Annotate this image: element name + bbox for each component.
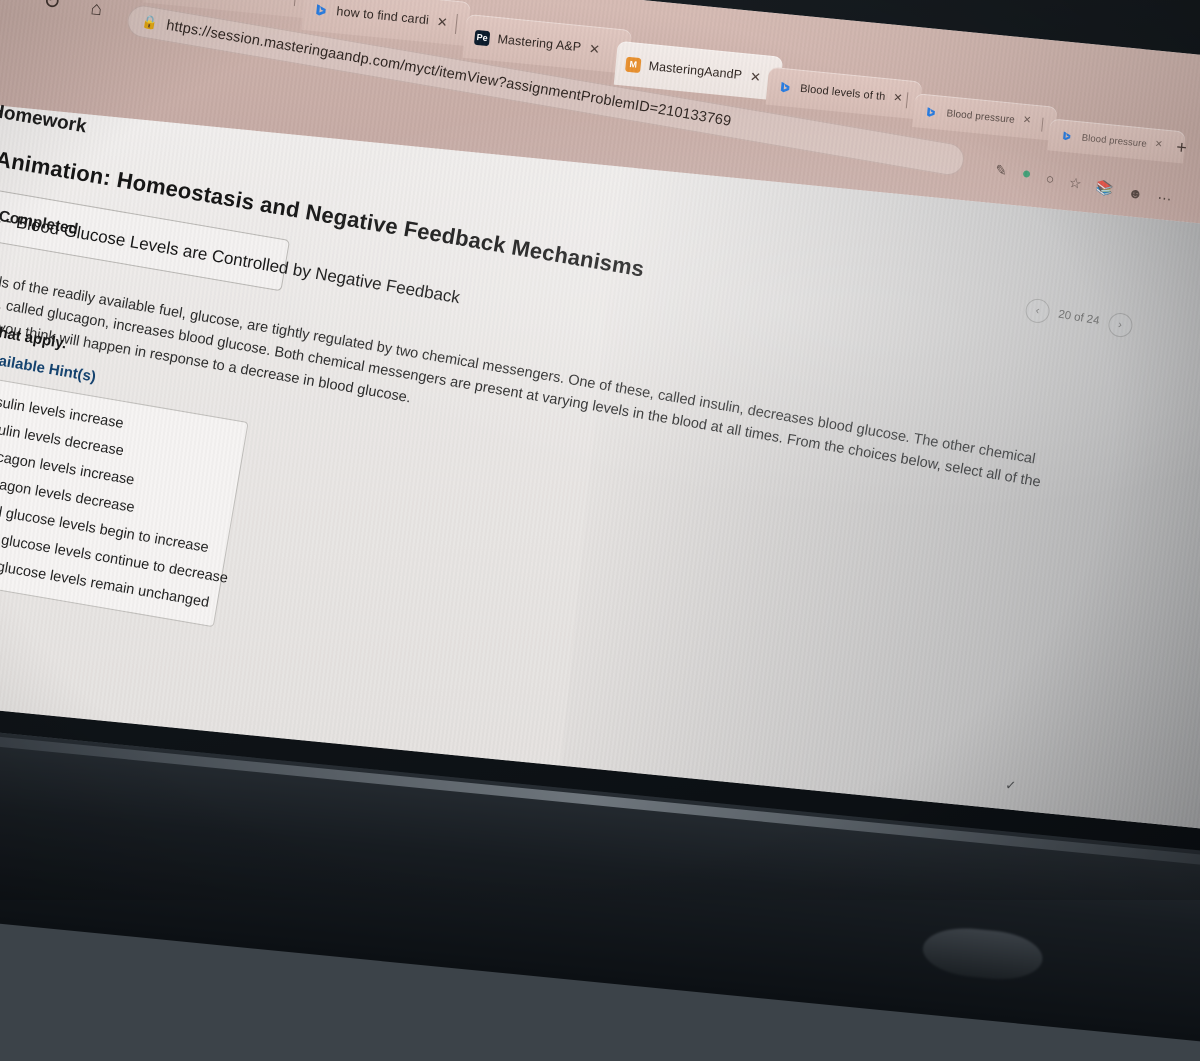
laptop-screen: Pe Math for Liberal A ✕ Calculate the ca…: [0, 0, 1200, 836]
close-icon[interactable]: ✕: [749, 68, 761, 84]
browser-tab-7[interactable]: Blood pressure ✕: [1047, 118, 1186, 164]
forward-icon[interactable]: →: [0, 0, 18, 5]
more-options-icon[interactable]: ⋯: [1156, 189, 1172, 208]
close-icon[interactable]: ✕: [1022, 115, 1031, 127]
bing-icon: [777, 79, 793, 95]
browser-tab-title: Blood pressure: [945, 107, 1016, 126]
pager-prev-button[interactable]: ‹: [1023, 297, 1052, 325]
lock-icon: 🔒: [140, 13, 159, 31]
part-c-answer-choices: Insulin levels increase Insulin levels d…: [0, 369, 249, 628]
browser-toolbar-icons: ✎ ● ○ ☆ 📚 ☻ ⋯: [994, 160, 1173, 208]
collections-icon[interactable]: 📚: [1095, 178, 1115, 198]
close-icon[interactable]: ✕: [1154, 139, 1163, 151]
profile-icon[interactable]: ☻: [1127, 184, 1144, 202]
mastering-icon: M: [625, 56, 642, 73]
home-icon[interactable]: ⌂: [90, 0, 103, 20]
scroll-check-icon: ✓: [1004, 777, 1017, 794]
favorite-star-icon[interactable]: ☆: [1068, 173, 1083, 192]
pencil-icon[interactable]: ✎: [994, 161, 1008, 180]
page-content: Ch 1 Homework igure Animation: Homeostas…: [0, 93, 1200, 836]
new-tab-button[interactable]: +: [1175, 137, 1187, 159]
bing-icon: [1058, 128, 1074, 144]
pager-label: 20 of 24: [1057, 308, 1101, 328]
browser-tab-title: MasteringAandP: [648, 58, 743, 83]
reading-mode-icon[interactable]: ○: [1045, 170, 1056, 187]
pager-next-button[interactable]: ›: [1106, 311, 1134, 339]
problem-pager: ‹ 20 of 24 ›: [1023, 297, 1134, 339]
bing-icon: [923, 103, 939, 119]
close-icon[interactable]: ✕: [893, 91, 903, 104]
browser-tab-title: Blood levels of th: [799, 82, 886, 104]
browser-tab-title: Blood pressure: [1081, 132, 1148, 150]
extension-green-icon[interactable]: ●: [1020, 165, 1032, 184]
browser-tab-6[interactable]: Blood pressure ✕: [912, 93, 1058, 141]
reload-icon[interactable]: ↻: [42, 0, 62, 14]
